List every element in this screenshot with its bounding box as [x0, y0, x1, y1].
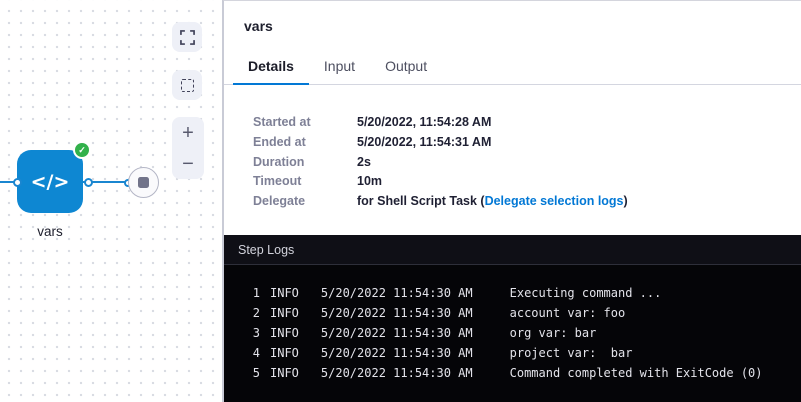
stop-icon: [138, 177, 149, 188]
selection-box-icon: [181, 79, 194, 92]
step-logs-header[interactable]: Step Logs: [224, 235, 801, 265]
zoom-out-button[interactable]: −: [172, 148, 204, 179]
shell-script-step-icon: </>: [31, 171, 70, 193]
delegate-value: for Shell Script Task (Delegate selectio…: [357, 192, 628, 212]
step-node-label: vars: [0, 224, 100, 239]
detail-row: Timeout 10m: [253, 172, 801, 192]
node-port-out: [84, 178, 93, 187]
zoom-controls: + −: [172, 117, 204, 179]
success-check-icon: ✓: [73, 141, 91, 159]
marquee-select-button[interactable]: [172, 70, 202, 100]
fit-to-screen-button[interactable]: [172, 22, 202, 52]
pipeline-canvas[interactable]: </> ✓ vars + −: [0, 0, 223, 402]
tab[interactable]: Output: [370, 58, 442, 85]
log-line: 3 INFO 5/20/2022 11:54:30 AM org var: ba…: [224, 323, 801, 343]
step-logs-console: Step Logs 1 INFO 5/20/2022 11:54:30 AM E…: [224, 235, 801, 402]
detail-row-delegate: Delegate for Shell Script Task (Delegate…: [253, 192, 801, 212]
log-line: 1 INFO 5/20/2022 11:54:30 AM Executing c…: [224, 283, 801, 303]
panel-title: vars: [244, 18, 801, 34]
log-line: 5 INFO 5/20/2022 11:54:30 AM Command com…: [224, 363, 801, 383]
detail-tabs: Details Input Output: [224, 54, 801, 85]
details-list: Started at 5/20/2022, 11:54:28 AM Ended …: [253, 113, 801, 212]
detail-row: Started at 5/20/2022, 11:54:28 AM: [253, 113, 801, 133]
fullscreen-icon: [180, 30, 195, 45]
log-output[interactable]: 1 INFO 5/20/2022 11:54:30 AM Executing c…: [224, 265, 801, 383]
node-port-in: [13, 178, 22, 187]
detail-row: Duration 2s: [253, 153, 801, 173]
tab[interactable]: Details: [233, 58, 309, 85]
log-line: 2 INFO 5/20/2022 11:54:30 AM account var…: [224, 303, 801, 323]
log-line: 4 INFO 5/20/2022 11:54:30 AM project var…: [224, 343, 801, 363]
detail-row: Ended at 5/20/2022, 11:54:31 AM: [253, 133, 801, 153]
pipeline-end-node[interactable]: [128, 167, 159, 198]
step-node-vars[interactable]: </>: [17, 150, 83, 213]
tab[interactable]: Input: [309, 58, 370, 85]
delegate-selection-logs-link[interactable]: Delegate selection logs: [485, 194, 624, 208]
zoom-in-button[interactable]: +: [172, 117, 204, 148]
execution-view: </> ✓ vars + − vars Details: [0, 0, 801, 402]
